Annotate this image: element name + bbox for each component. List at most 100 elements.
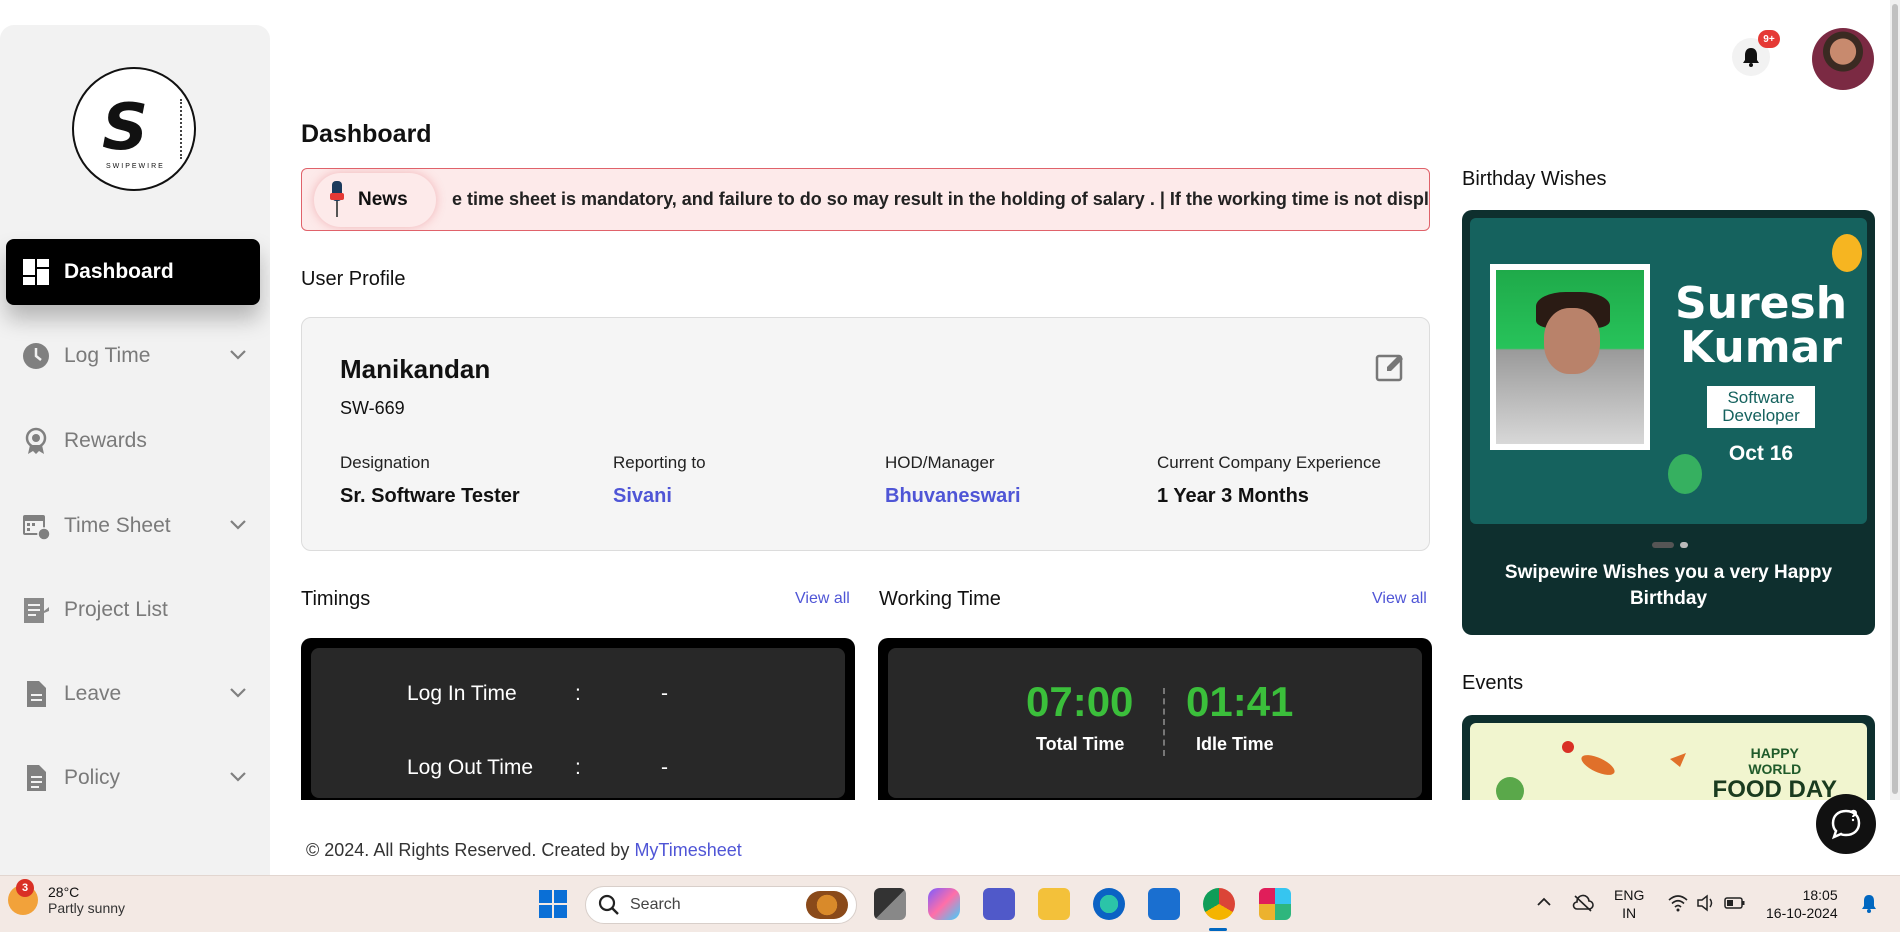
microphone-icon [330, 181, 344, 219]
chevron-down-icon[interactable] [228, 515, 248, 535]
idle-time-label: Idle Time [1196, 734, 1274, 754]
sidebar-item-label: Log Time [64, 344, 151, 367]
chevron-down-icon[interactable] [228, 767, 248, 787]
sidebar-item-log-time[interactable]: Log Time [6, 323, 260, 389]
working-time-panel-inner: 07:00 Total Time 01:41 Idle Time [888, 648, 1422, 798]
policy-doc-icon [20, 762, 52, 794]
sidebar-item-time-sheet[interactable]: Time Sheet [6, 493, 260, 559]
copilot-icon[interactable] [928, 888, 960, 920]
idle-time-value: 01:41 [1186, 678, 1294, 725]
reporting-to-link[interactable]: Sivani [613, 485, 706, 508]
cloud-offline-icon[interactable] [1572, 894, 1594, 912]
carousel-dot[interactable] [1652, 542, 1674, 548]
birthday-carousel[interactable]: Suresh Kumar Software Developer Oct 16 S… [1462, 210, 1875, 635]
timings-title: Timings [301, 588, 371, 610]
footer-text: © 2024. All Rights Reserved. Created by [306, 840, 635, 860]
news-label: News [358, 189, 408, 210]
teams-icon[interactable] [983, 888, 1015, 920]
row-value: - [661, 756, 668, 779]
profile-field-designation: Designation Sr. Software Tester [340, 453, 520, 508]
working-time-view-all-link[interactable]: View all [1372, 590, 1427, 608]
chevron-down-icon[interactable] [228, 683, 248, 703]
working-time-title: Working Time [879, 588, 1001, 610]
food-illustration [1496, 741, 1686, 800]
field-value: 1 Year 3 Months [1157, 485, 1309, 507]
chevron-up-icon[interactable] [1536, 894, 1552, 910]
events-carousel[interactable]: HAPPY WORLD FOOD DAY [1462, 715, 1875, 800]
region-code: IN [1622, 905, 1637, 921]
sidebar-item-leave[interactable]: Leave [6, 661, 260, 727]
start-button[interactable] [537, 888, 569, 920]
news-ticker: News e time sheet is mandatory, and fail… [301, 168, 1430, 231]
logo-decoration [180, 99, 182, 159]
clock[interactable]: 18:05 16-10-2024 [1766, 886, 1838, 922]
timings-view-all-link[interactable]: View all [795, 590, 850, 608]
help-chat-button[interactable] [1816, 794, 1876, 854]
event-line: FOOD DAY [1712, 776, 1837, 801]
news-badge: News [314, 173, 436, 227]
footer-link[interactable]: MyTimesheet [634, 840, 741, 860]
bell-icon [1743, 48, 1759, 67]
timings-panel-inner: Log In Time : - Log Out Time : - [311, 648, 845, 798]
edge-icon[interactable] [1093, 888, 1125, 920]
app-window: S SWIPEWIRE Dashboard Log Time Rewards T… [0, 0, 1900, 875]
page-scrollbar[interactable] [1890, 0, 1900, 800]
slack-icon[interactable] [1259, 888, 1291, 920]
sidebar-item-label: Policy [64, 766, 121, 789]
search-highlight-image [806, 891, 848, 919]
chevron-down-icon[interactable] [228, 345, 248, 365]
clock-icon [20, 340, 52, 372]
user-avatar[interactable] [1812, 28, 1874, 90]
weather-widget[interactable]: 3 28°C Partly sunny [8, 879, 125, 916]
sidebar-item-rewards[interactable]: Rewards [6, 408, 260, 474]
sidebar-item-dashboard[interactable]: Dashboard [6, 239, 260, 305]
event-card-text: HAPPY WORLD FOOD DAY [1713, 745, 1837, 800]
scrollbar-thumb[interactable] [1892, 4, 1898, 794]
edit-icon[interactable] [1375, 352, 1405, 382]
temperature: 28°C [48, 884, 80, 900]
birthday-person-role: Software Developer [1707, 386, 1815, 428]
working-time-panel: 07:00 Total Time 01:41 Idle Time [878, 638, 1432, 800]
award-icon [20, 425, 52, 457]
search-icon [598, 894, 619, 915]
notification-center-icon[interactable] [1860, 894, 1878, 914]
balloon-decoration [1832, 234, 1862, 272]
carousel-dot[interactable] [1680, 542, 1688, 548]
balloon-decoration [1668, 454, 1702, 494]
taskbar-search[interactable]: Search [585, 886, 857, 924]
row-separator: : [575, 756, 581, 779]
event-banner: HAPPY WORLD FOOD DAY [1470, 723, 1867, 800]
sidebar-item-label: Leave [64, 682, 122, 705]
store-icon[interactable] [1148, 888, 1180, 920]
file-explorer-icon[interactable] [1038, 888, 1070, 920]
chrome-icon[interactable] [1203, 888, 1235, 920]
row-separator: : [575, 682, 581, 705]
birthday-person-name: Suresh Kumar [1674, 278, 1848, 373]
language-indicator[interactable]: ENG IN [1614, 886, 1644, 922]
clock-date: 16-10-2024 [1766, 905, 1838, 921]
field-label: Designation [340, 453, 430, 472]
file-icon [20, 678, 52, 710]
os-taskbar: 3 28°C Partly sunny Search ENG IN 18:05 … [0, 875, 1900, 932]
chat-question-icon [1831, 809, 1861, 840]
battery-icon[interactable] [1724, 894, 1746, 912]
sidebar-item-project-list[interactable]: Project List [6, 577, 260, 643]
sidebar: S SWIPEWIRE Dashboard Log Time Rewards T… [0, 25, 270, 875]
sidebar-item-label: Project List [64, 598, 168, 621]
notification-badge: 9+ [1758, 30, 1780, 48]
project-doc-icon [20, 594, 52, 626]
timings-panel: Log In Time : - Log Out Time : - [301, 638, 855, 800]
page-title: Dashboard [301, 120, 432, 148]
company-logo[interactable]: S SWIPEWIRE [72, 67, 196, 191]
active-app-indicator [1209, 928, 1227, 931]
task-view-icon[interactable] [874, 888, 906, 920]
clock-time: 18:05 [1802, 887, 1838, 903]
volume-icon[interactable] [1696, 894, 1716, 912]
row-label: Log In Time [407, 682, 517, 705]
user-profile-title: User Profile [301, 268, 406, 290]
wifi-icon[interactable] [1668, 894, 1688, 912]
carousel-indicators[interactable] [1652, 542, 1688, 548]
manager-link[interactable]: Bhuvaneswari [885, 485, 1021, 508]
sidebar-item-policy[interactable]: Policy [6, 745, 260, 811]
event-line: WORLD [1748, 761, 1802, 777]
